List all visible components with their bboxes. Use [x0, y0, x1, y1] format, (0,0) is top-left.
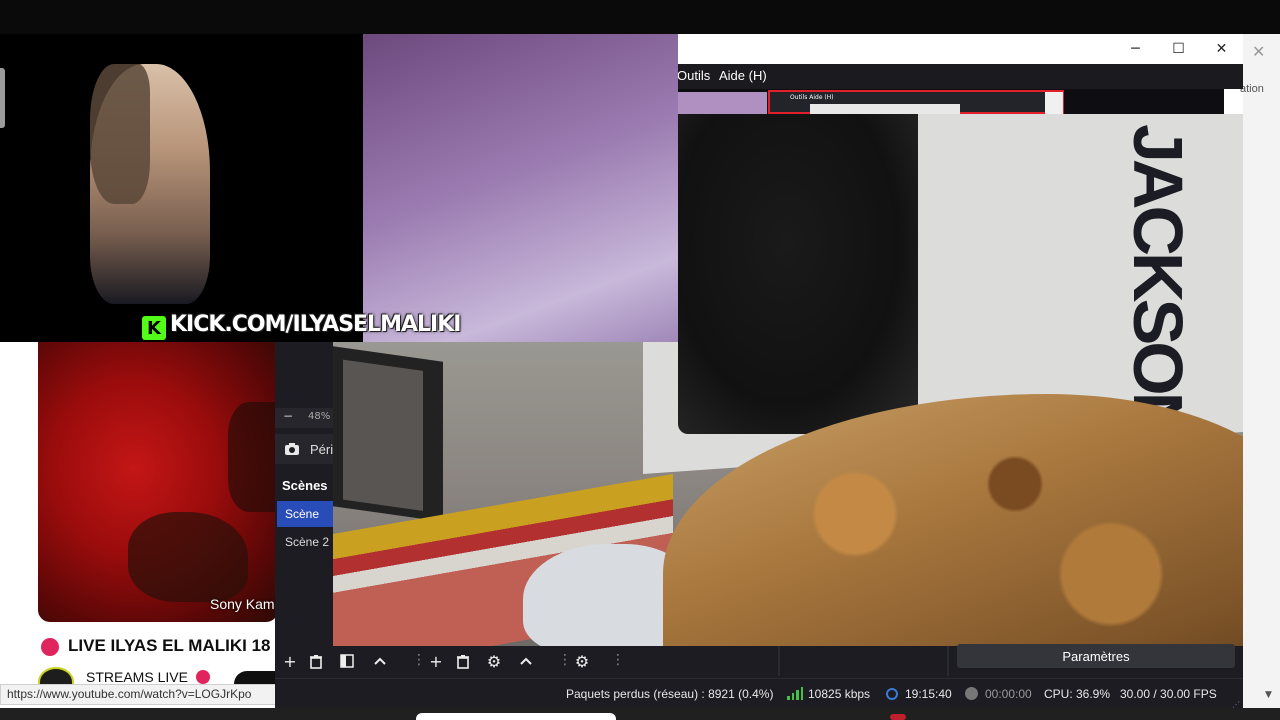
taskbar [0, 708, 1280, 720]
add-scene-button[interactable]: + [278, 650, 302, 672]
fps-status: 30.00 / 30.00 FPS [1120, 687, 1217, 701]
source-item-label: Périphérique de capture vidéo [310, 442, 333, 457]
zoom-level: 48% [308, 411, 331, 422]
dock-divider [947, 646, 949, 676]
background-close-icon[interactable]: ✕ [1252, 42, 1265, 61]
recording-icon [965, 687, 978, 700]
add-source-button[interactable]: + [424, 650, 448, 672]
nested-preview-selection: Outils Aide (H) [768, 90, 1064, 114]
dock-menu-icon[interactable]: ⋮ [558, 652, 572, 670]
scene-item[interactable]: Scène 2 [277, 529, 333, 555]
taskbar-window-tab[interactable] [416, 713, 616, 720]
live-indicator-icon [41, 638, 59, 656]
settings-button[interactable]: Paramètres [957, 644, 1235, 668]
move-source-up-icon[interactable] [514, 650, 538, 672]
background-window-text: ation [1240, 83, 1264, 95]
nested-preview-window [1045, 92, 1063, 114]
bitrate-status: 10825 kbps [808, 687, 871, 701]
taskbar-app-icon[interactable] [890, 714, 906, 720]
thumbnail-caption: Sony Kam [210, 596, 275, 612]
source-properties-gear-icon[interactable]: ⚙ [482, 650, 506, 672]
link-status-url: https://www.youtube.com/watch?v=LOGJrKpo [0, 684, 276, 705]
mixer-menu-icon[interactable]: ⋮ [611, 652, 625, 670]
video-title[interactable]: LIVE ILYAS EL MALIKI 18 [68, 636, 278, 656]
streamer-webcam-overlay [0, 34, 363, 342]
remove-source-icon[interactable] [451, 650, 475, 672]
live-dot-icon [196, 670, 210, 684]
menu-tools[interactable]: Outils [677, 68, 710, 83]
picture-frame [333, 346, 443, 522]
nested-menu-text: Outils Aide (H) [790, 94, 834, 101]
camera-icon [285, 443, 299, 455]
network-strength-icon [787, 686, 803, 700]
poster-text: JACKSON [1119, 124, 1197, 439]
cpu-usage-status: CPU: 36.9% [1044, 687, 1111, 701]
scene-filters-icon[interactable] [335, 650, 359, 672]
top-dark-strip [0, 0, 1280, 34]
video-thumbnail[interactable] [38, 342, 278, 622]
scenes-dock-title: Scènes [282, 478, 328, 493]
remove-scene-icon[interactable] [304, 650, 328, 672]
channel-name[interactable]: STREAMS LIVE [86, 669, 188, 685]
close-button[interactable]: ✕ [1200, 34, 1243, 64]
stream-time-status: 19:15:40 [905, 687, 952, 701]
kick-logo-icon: K [142, 316, 166, 340]
dock-divider [778, 646, 780, 676]
background-window-edge [1243, 34, 1280, 710]
record-time-status: 00:00:00 [985, 687, 1032, 701]
kick-channel-banner: KICK.COM/ILYASELMALIKI [170, 312, 461, 337]
move-scene-up-icon[interactable] [368, 650, 392, 672]
mixer-settings-gear-icon[interactable]: ⚙ [570, 650, 594, 672]
purple-video-overlay [363, 34, 678, 342]
minimize-button[interactable]: ─ [1114, 34, 1157, 64]
scroll-down-icon[interactable]: ▼ [1265, 690, 1272, 700]
dropped-frames-status: Paquets perdus (réseau) : 8921 (0.4%) [566, 687, 774, 701]
dock-menu-icon[interactable]: ⋮ [412, 652, 426, 670]
zoom-out-button[interactable]: − [283, 409, 293, 423]
side-tab-handle[interactable] [0, 68, 5, 128]
streaming-icon [886, 688, 898, 700]
poster-figure [678, 114, 918, 434]
nested-preview-tile [677, 92, 767, 114]
maximize-button[interactable]: ☐ [1157, 34, 1200, 64]
menu-help[interactable]: Aide (H) [719, 68, 767, 83]
obs-left-dock [275, 342, 333, 646]
scene-item-selected[interactable]: Scène [277, 501, 333, 527]
